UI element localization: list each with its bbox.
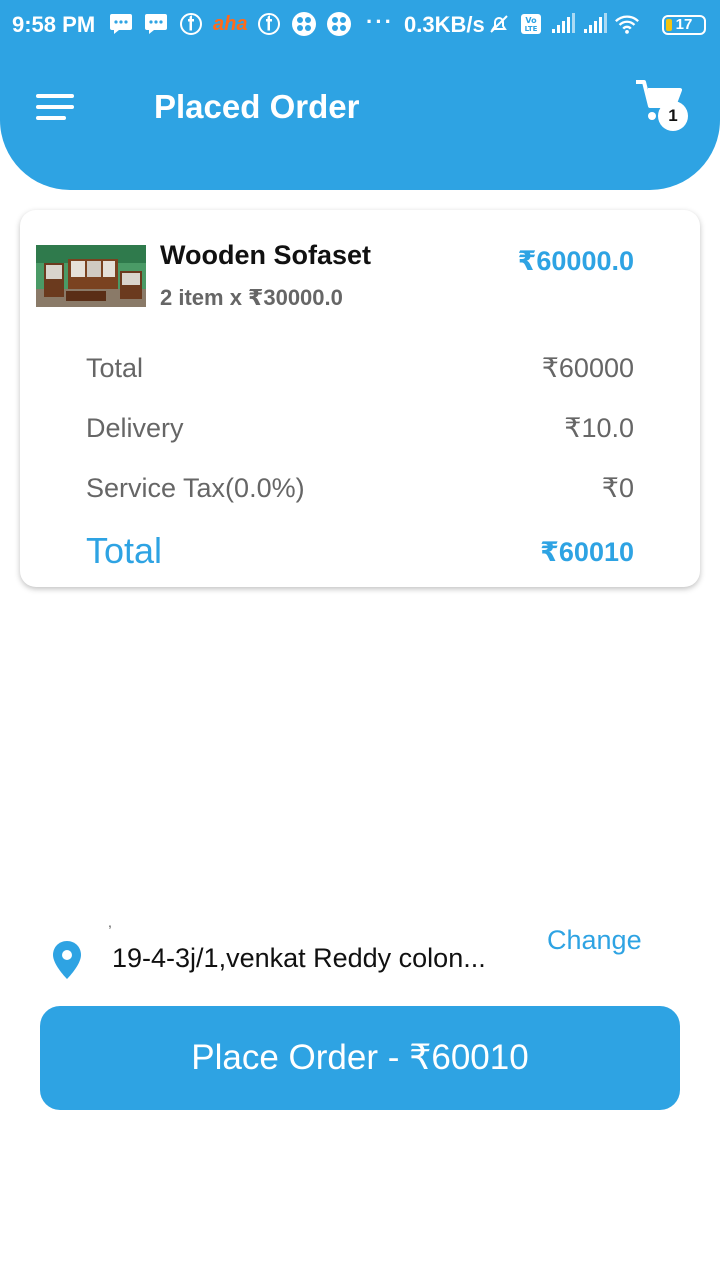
more-notifications-icon: ··· [366,9,394,34]
service-tax-label: Service Tax(0.0%) [86,473,305,503]
location-pin-icon [52,940,82,980]
order-summary-card: Wooden Sofaset ₹60000.0 2 item x ₹30000.… [20,210,700,587]
message-icon [143,11,169,37]
alarm-off-icon [486,11,512,37]
signal-icon [582,11,608,37]
notification-icons: aha [108,11,352,37]
cart-count-badge: 1 [658,101,688,131]
volte-icon: Vo LTE [518,11,544,37]
product-quantity: 2 item x ₹30000.0 [160,285,343,310]
grand-total-value: ₹60010 [540,537,634,567]
svg-text:Vo: Vo [525,16,537,25]
aha-app-icon: aha [213,12,248,35]
app-grid-icon [291,11,317,37]
total-label: Total [86,353,144,383]
grand-total-label: Total [86,530,163,571]
wifi-icon [614,11,640,37]
delivery-value: ₹10.0 [564,413,634,443]
battery-percent: 17 [675,16,693,33]
cart-button[interactable]: 1 [634,78,692,132]
product-image [36,245,146,307]
product-price: ₹60000.0 [517,246,634,276]
battery-icon: 17 [662,15,706,35]
signal-icon [550,11,576,37]
product-name: Wooden Sofaset [160,240,372,270]
total-value: ₹60000 [541,353,634,383]
facebook-icon [178,11,204,37]
status-time: 9:58 PM [12,12,96,37]
menu-icon[interactable] [36,92,76,122]
app-bar: Placed Order 1 [0,50,720,190]
place-order-button[interactable]: Place Order - ₹60010 [40,1006,680,1110]
delivery-address: 19-4-3j/1,venkat Reddy colon... [112,943,486,973]
service-tax-value: ₹0 [601,473,634,503]
system-icons: Vo LTE [486,11,640,37]
page-title: Placed Order [154,88,360,125]
svg-text:LTE: LTE [525,25,538,33]
delivery-label: Delivery [86,413,184,443]
facebook-icon [256,11,282,37]
change-address-link[interactable]: Change [547,925,642,956]
network-speed: 0.3KB/s [404,12,485,37]
status-bar: 9:58 PM aha ··· 0.3KB/s Vo LTE 17 [0,0,720,50]
address-label-fragment: , [108,914,112,930]
app-grid-icon [326,11,352,37]
message-icon [108,11,134,37]
